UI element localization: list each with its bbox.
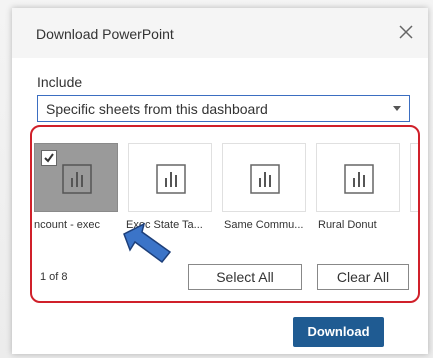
sheet-thumbnail-2[interactable] [128,143,212,212]
include-select[interactable]: Specific sheets from this dashboard [37,95,410,122]
bar-chart-icon [62,164,92,194]
include-select-value: Specific sheets from this dashboard [46,101,268,117]
sheet-thumbnail-1[interactable] [34,143,118,212]
sheet-thumbnail-3[interactable] [222,143,306,212]
sheet-thumbnail-5-partial[interactable] [410,143,418,212]
sheet-label-1: ncount - exec [34,219,101,231]
sheets-panel: ncount - exec Exec State Ta... Same Comm… [30,125,420,303]
download-button[interactable]: Download [293,317,384,347]
bar-chart-icon [156,164,186,194]
dialog-title: Download PowerPoint [36,26,174,42]
sheet-label-3: Same Commu... [224,219,304,231]
dialog-title-bar: Download PowerPoint [12,8,428,58]
page: Download PowerPoint Include Specific she… [0,0,433,358]
bar-chart-icon [344,164,374,194]
bar-chart-icon [250,164,280,194]
sheet-thumbnail-4[interactable] [316,143,400,212]
include-label: Include [37,74,83,90]
sheet-thumbnail-list: ncount - exec Exec State Ta... Same Comm… [34,133,418,233]
download-powerpoint-dialog: Download PowerPoint Include Specific she… [12,8,428,354]
chevron-down-icon [393,106,401,111]
select-all-button[interactable]: Select All [188,264,302,290]
page-count: 1 of 8 [40,271,68,283]
annotation-arrow-icon [123,222,172,264]
clear-all-button[interactable]: Clear All [317,264,409,290]
close-icon[interactable] [396,22,416,42]
checkbox-checked-icon[interactable] [41,150,57,166]
sheet-label-4: Rural Donut [318,219,377,231]
